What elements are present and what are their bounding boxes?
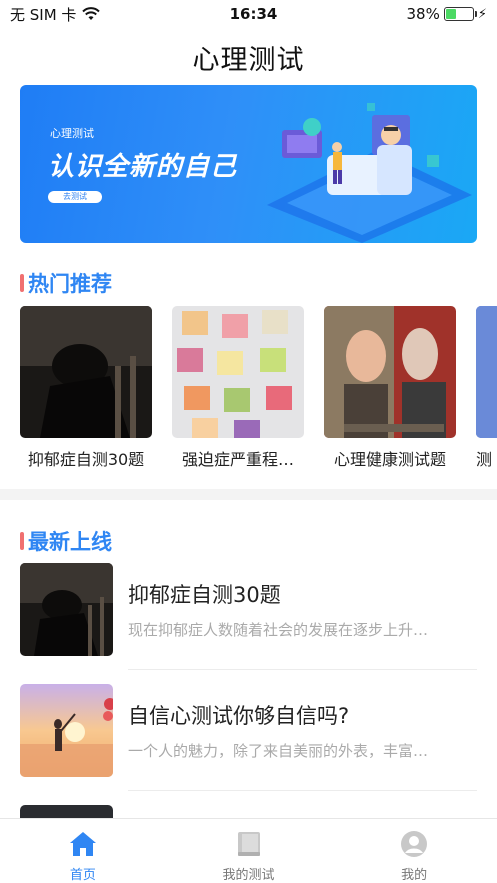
list-item-image [20,684,113,777]
battery-icon [443,7,477,21]
tab-label: 首页 [69,868,96,883]
section-marker [20,532,24,550]
banner-subtitle: 心理测试 [50,127,94,140]
section-marker [20,274,24,292]
hot-card[interactable]: 强迫症严重程… [172,306,304,470]
carrier-text: 无 SIM 卡 [10,5,77,24]
tab-profile[interactable]: 我的 [331,819,497,883]
list-item[interactable]: 自信心测试你够自信吗? 一个人的魅力，除了来自美丽的外表，丰富… [20,684,477,804]
hot-section-title: 热门推荐 [28,272,112,296]
list-item-image [20,563,113,656]
tab-home[interactable]: 首页 [0,819,166,883]
latest-section-title: 最新上线 [28,530,112,554]
list-item-desc: 现在抑郁症人数随着社会的发展在逐步上升… [128,621,429,639]
hot-card-image [172,306,304,438]
banner-test-button[interactable]: 去测试 [48,191,102,203]
status-left: 无 SIM 卡 [10,4,101,25]
banner-illustration [267,103,472,243]
battery-level [445,9,456,19]
hot-card-label: 心理健康测试题 [333,450,446,469]
list-item[interactable] [20,805,477,818]
list-item-title: 自信心测试你够自信吗? [128,704,350,728]
charging-icon: ⚡ [477,6,487,22]
hot-card-label: 强迫症严重程… [181,450,294,469]
section-divider [0,489,497,500]
latest-section-header: 最新上线 [20,526,112,556]
list-item-desc: 一个人的魅力，除了来自美丽的外表，丰富… [128,742,429,760]
status-right: 38% ⚡ [407,5,487,23]
tab-label: 我的 [401,868,428,883]
list-item-image [20,805,113,818]
hot-section-header: 热门推荐 [20,268,112,298]
hot-card[interactable]: 测 [476,306,497,470]
user-icon [401,831,428,857]
list-separator [128,669,477,670]
wifi-icon [82,7,101,20]
hot-card-image [20,306,152,438]
list-separator [128,790,477,791]
promo-banner[interactable]: 心理测试 认识全新的自己 去测试 [20,85,477,243]
hot-card[interactable]: 心理健康测试题 [324,306,456,470]
battery-percent: 38% [406,5,440,23]
hot-card-label: 测 [476,450,493,469]
hot-card-image [476,306,497,438]
tab-label: 我的测试 [222,868,275,883]
hot-card[interactable]: 抑郁症自测30题 [20,306,152,470]
banner-headline: 认识全新的自己 [48,152,238,182]
tab-my-tests[interactable]: 我的测试 [166,819,332,883]
tab-bar: 首页 我的测试 我的 [0,818,497,883]
list-item-title: 抑郁症自测30题 [128,583,281,607]
status-time: 16:34 [229,5,278,23]
hot-card-image [324,306,456,438]
book-icon [237,832,260,856]
page-title: 心理测试 [192,45,305,76]
list-item[interactable]: 抑郁症自测30题 现在抑郁症人数随着社会的发展在逐步上升… [20,563,477,683]
hot-list[interactable]: 抑郁症自测30题 强迫症严重程… 心理健康测试题 测 [20,306,497,474]
status-bar: 无 SIM 卡 16:34 38% ⚡ [0,0,497,28]
home-icon [69,832,96,856]
hot-card-label: 抑郁症自测30题 [27,450,145,469]
